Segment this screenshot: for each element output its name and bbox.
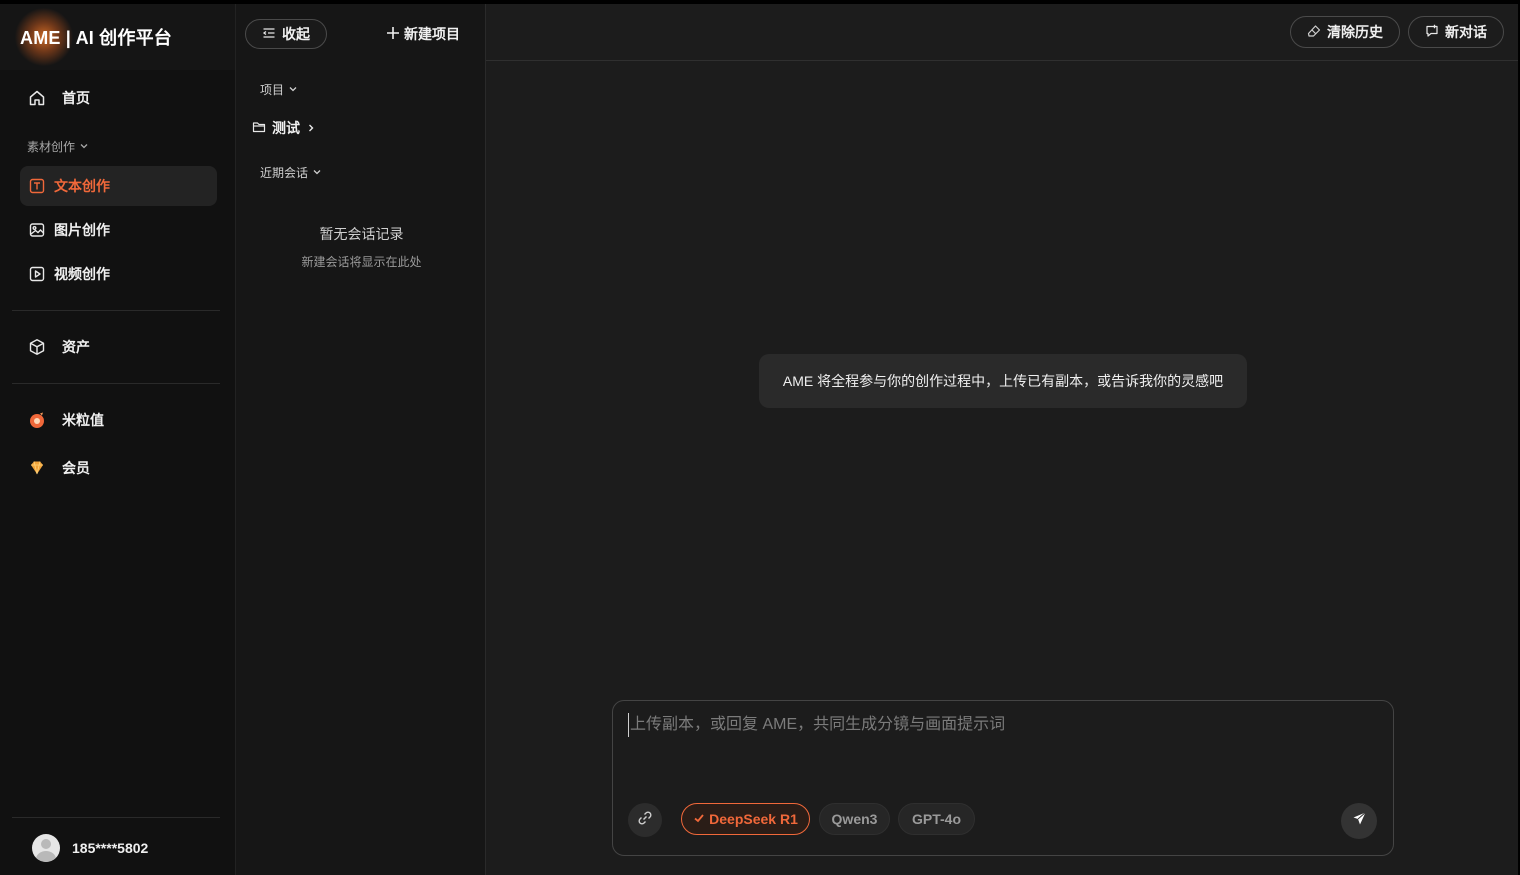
projects-label: 项目 (260, 83, 285, 97)
chevron-down-icon (288, 83, 298, 97)
chevron-down-icon (79, 140, 89, 154)
sidebar-item-member[interactable]: 会员 (20, 448, 217, 488)
video-icon (28, 265, 46, 283)
sidebar-item-label: 首页 (62, 90, 90, 106)
message-composer: DeepSeek R1 Qwen3 GPT-4o (612, 700, 1394, 856)
recent-label: 近期会话 (260, 166, 309, 180)
send-button[interactable] (1341, 803, 1377, 839)
project-folder-item[interactable]: 测试 (252, 118, 316, 138)
home-icon (28, 89, 46, 107)
new-chat-label: 新对话 (1445, 24, 1487, 40)
folder-icon (252, 120, 266, 137)
sidebar-divider (12, 383, 220, 384)
attach-button[interactable] (628, 803, 662, 837)
new-chat-button[interactable]: 新对话 (1408, 16, 1504, 48)
message-input[interactable] (628, 713, 1368, 737)
coin-icon (28, 411, 46, 429)
avatar[interactable] (32, 834, 60, 862)
section-label: 素材创作 (27, 140, 76, 154)
empty-state-title: 暂无会话记录 (319, 226, 404, 242)
sidebar-item-label: 视频创作 (54, 266, 110, 282)
clear-history-button[interactable]: 清除历史 (1290, 16, 1400, 48)
chat-toolbar: 清除历史 新对话 (486, 4, 1518, 61)
cube-icon (28, 338, 46, 356)
check-icon (693, 811, 705, 827)
collapse-label: 收起 (282, 26, 310, 42)
sidebar-item-label: 米粒值 (62, 412, 104, 428)
sidebar: AME | AI 创作平台 首页 素材创作 文本创作 图片创作 视频创作 资产 … (0, 4, 235, 875)
sidebar-item-home[interactable]: 首页 (20, 78, 217, 118)
diamond-icon (28, 459, 46, 477)
model-chip-qwen[interactable]: Qwen3 (819, 803, 890, 835)
model-label: GPT-4o (911, 811, 961, 827)
sidebar-item-label: 资产 (62, 339, 90, 355)
collapse-icon (262, 26, 276, 43)
new-chat-icon (1425, 24, 1439, 41)
sidebar-item-text-creation[interactable]: 文本创作 (20, 166, 217, 206)
sidebar-item-assets[interactable]: 资产 (20, 327, 217, 367)
new-project-label: 新建项目 (404, 26, 460, 42)
chevron-right-icon (306, 120, 316, 136)
sidebar-divider (12, 310, 220, 311)
collapse-button[interactable]: 收起 (245, 19, 327, 49)
sidebar-item-image-creation[interactable]: 图片创作 (20, 210, 217, 250)
model-label: DeepSeek R1 (709, 811, 798, 827)
empty-state-subtitle: 新建会话将显示在此处 (301, 255, 422, 269)
clear-history-label: 清除历史 (1327, 24, 1383, 40)
section-material-creation[interactable]: 素材创作 (27, 138, 89, 155)
eraser-icon (1307, 24, 1321, 41)
chat-main: 清除历史 新对话 AME 将全程参与你的创作过程中，上传已有副本，或告诉我你的灵… (486, 4, 1518, 875)
user-name: 185****5802 (72, 840, 149, 856)
folder-label: 测试 (272, 120, 300, 136)
app-window: AME | AI 创作平台 首页 素材创作 文本创作 图片创作 视频创作 资产 … (0, 0, 1520, 875)
text-icon (28, 177, 46, 195)
projects-section-toggle[interactable]: 项目 (260, 81, 298, 98)
sidebar-item-coins[interactable]: 米粒值 (20, 400, 217, 440)
link-icon (637, 810, 653, 831)
brand-header: AME | AI 创作平台 (0, 4, 235, 70)
welcome-message: AME 将全程参与你的创作过程中，上传已有副本，或告诉我你的灵感吧 (759, 354, 1247, 408)
sidebar-item-label: 图片创作 (54, 222, 110, 238)
recent-section-toggle[interactable]: 近期会话 (260, 164, 322, 181)
model-chip-deepseek[interactable]: DeepSeek R1 (681, 803, 810, 835)
sidebar-divider (12, 817, 220, 818)
model-label: Qwen3 (831, 811, 878, 827)
plus-icon (386, 26, 400, 43)
sidebar-item-video-creation[interactable]: 视频创作 (20, 254, 217, 294)
sidebar-item-label: 文本创作 (54, 178, 110, 194)
sidebar-item-label: 会员 (62, 460, 90, 476)
app-title[interactable]: AME | AI 创作平台 (20, 24, 172, 50)
project-panel: 收起 新建项目 项目 测试 近期会话 暂无会话记录 新建会话将显示在此处 (235, 4, 486, 875)
user-profile[interactable]: 185****5802 (32, 834, 148, 862)
new-project-button[interactable]: 新建项目 (386, 24, 460, 44)
chevron-down-icon (312, 166, 322, 180)
image-icon (28, 221, 46, 239)
send-icon (1352, 811, 1367, 831)
model-chip-gpt4o[interactable]: GPT-4o (898, 803, 975, 835)
